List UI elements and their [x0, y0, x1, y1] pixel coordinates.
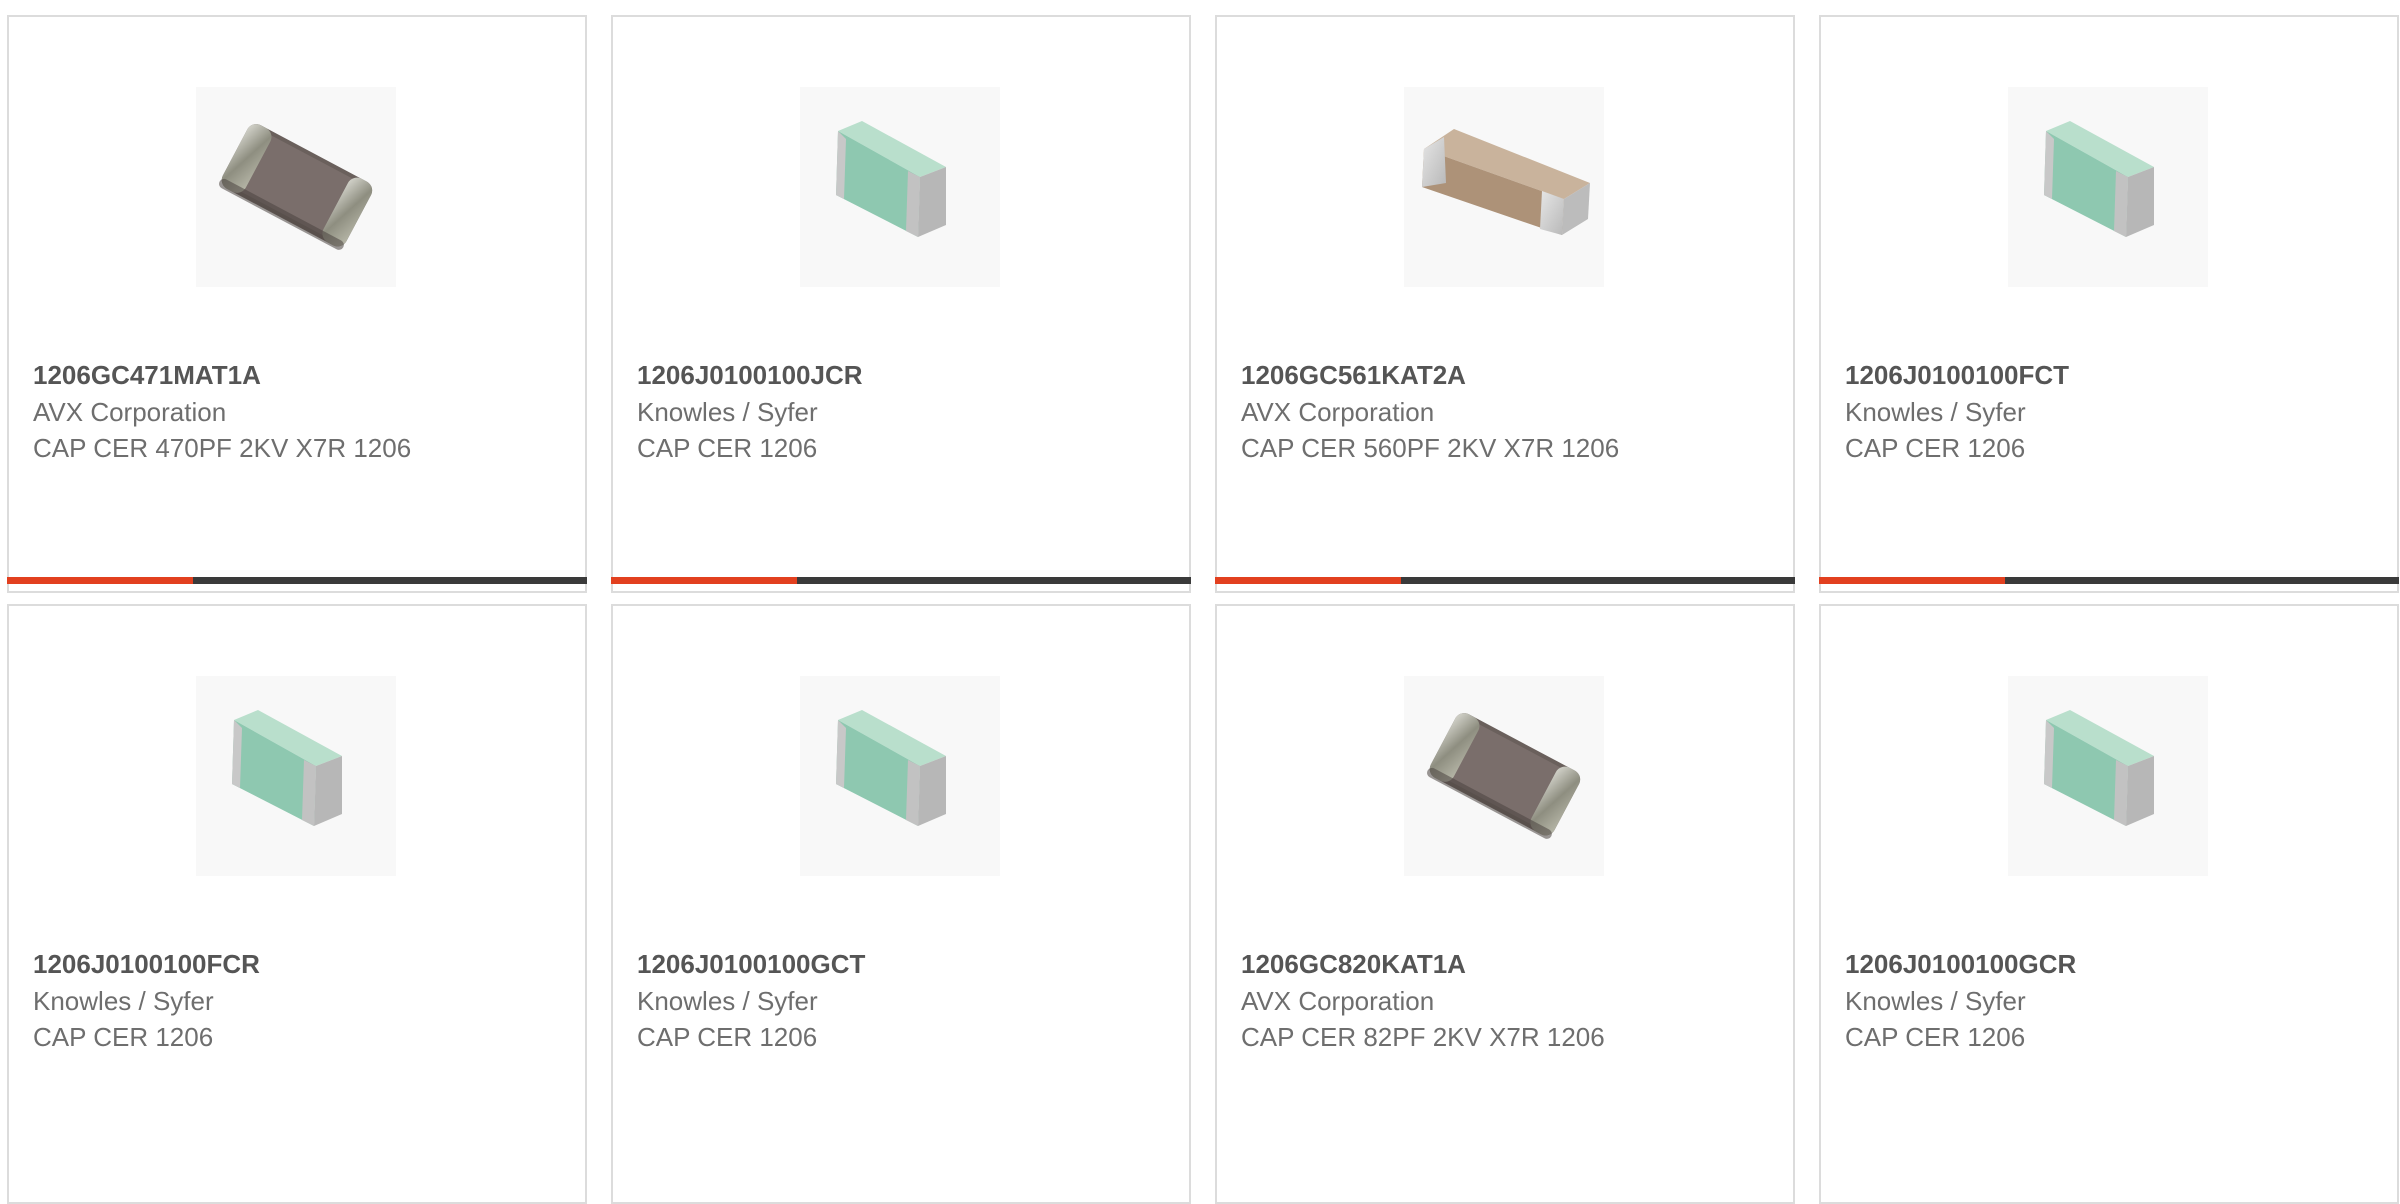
ceramic-chip-dark-icon: [196, 87, 396, 287]
ceramic-chip-green-icon: [2008, 676, 2208, 876]
description: CAP CER 1206: [1845, 1022, 2026, 1052]
product-grid: 1206GC471MAT1A AVX Corporation CAP CER 4…: [0, 0, 2400, 1204]
part-number[interactable]: 1206J0100100FCR: [33, 949, 260, 980]
part-number[interactable]: 1206GC561KAT2A: [1241, 360, 1466, 391]
progress-bar: [611, 577, 1191, 584]
product-card[interactable]: 1206J0100100GCT Knowles / Syfer CAP CER …: [611, 604, 1191, 1204]
description: CAP CER 1206: [637, 1022, 818, 1052]
product-image: [1404, 87, 1604, 287]
ceramic-chip-green-icon: [2008, 87, 2208, 287]
product-image: [1404, 676, 1604, 876]
progress-bar: [1819, 577, 2399, 584]
product-image: [196, 676, 396, 876]
description: CAP CER 1206: [637, 433, 818, 463]
ceramic-chip-green-icon: [196, 676, 396, 876]
ceramic-chip-green-icon: [800, 87, 1000, 287]
product-card[interactable]: 1206J0100100FCT Knowles / Syfer CAP CER …: [1819, 15, 2399, 593]
part-number[interactable]: 1206J0100100GCT: [637, 949, 865, 980]
manufacturer: AVX Corporation: [1241, 397, 1435, 427]
ceramic-chip-tan-icon: [1404, 87, 1604, 287]
part-number[interactable]: 1206GC820KAT1A: [1241, 949, 1466, 980]
product-card[interactable]: 1206GC820KAT1A AVX Corporation CAP CER 8…: [1215, 604, 1795, 1204]
progress-fill: [1819, 577, 2005, 584]
manufacturer: Knowles / Syfer: [1845, 986, 2026, 1016]
product-image: [2008, 87, 2208, 287]
product-card[interactable]: 1206J0100100GCR Knowles / Syfer CAP CER …: [1819, 604, 2399, 1204]
progress-bar: [1215, 577, 1795, 584]
manufacturer: Knowles / Syfer: [637, 986, 818, 1016]
part-number[interactable]: 1206J0100100GCR: [1845, 949, 2076, 980]
progress-fill: [611, 577, 797, 584]
manufacturer: Knowles / Syfer: [1845, 397, 2026, 427]
description: CAP CER 1206: [1845, 433, 2026, 463]
product-card[interactable]: 1206GC471MAT1A AVX Corporation CAP CER 4…: [7, 15, 587, 593]
progress-fill: [7, 577, 193, 584]
description: CAP CER 1206: [33, 1022, 214, 1052]
part-number[interactable]: 1206J0100100FCT: [1845, 360, 2069, 391]
description: CAP CER 82PF 2KV X7R 1206: [1241, 1022, 1605, 1052]
description: CAP CER 560PF 2KV X7R 1206: [1241, 433, 1620, 463]
product-image: [2008, 676, 2208, 876]
product-card[interactable]: 1206J0100100JCR Knowles / Syfer CAP CER …: [611, 15, 1191, 593]
progress-fill: [1215, 577, 1401, 584]
ceramic-chip-dark-icon: [1404, 676, 1604, 876]
product-card[interactable]: 1206J0100100FCR Knowles / Syfer CAP CER …: [7, 604, 587, 1204]
product-image: [800, 676, 1000, 876]
manufacturer: Knowles / Syfer: [637, 397, 818, 427]
part-number[interactable]: 1206J0100100JCR: [637, 360, 863, 391]
ceramic-chip-green-icon: [800, 676, 1000, 876]
progress-bar: [7, 577, 587, 584]
description: CAP CER 470PF 2KV X7R 1206: [33, 433, 412, 463]
manufacturer: Knowles / Syfer: [33, 986, 214, 1016]
manufacturer: AVX Corporation: [33, 397, 227, 427]
manufacturer: AVX Corporation: [1241, 986, 1435, 1016]
part-number[interactable]: 1206GC471MAT1A: [33, 360, 261, 391]
product-image: [196, 87, 396, 287]
product-card[interactable]: 1206GC561KAT2A AVX Corporation CAP CER 5…: [1215, 15, 1795, 593]
product-image: [800, 87, 1000, 287]
